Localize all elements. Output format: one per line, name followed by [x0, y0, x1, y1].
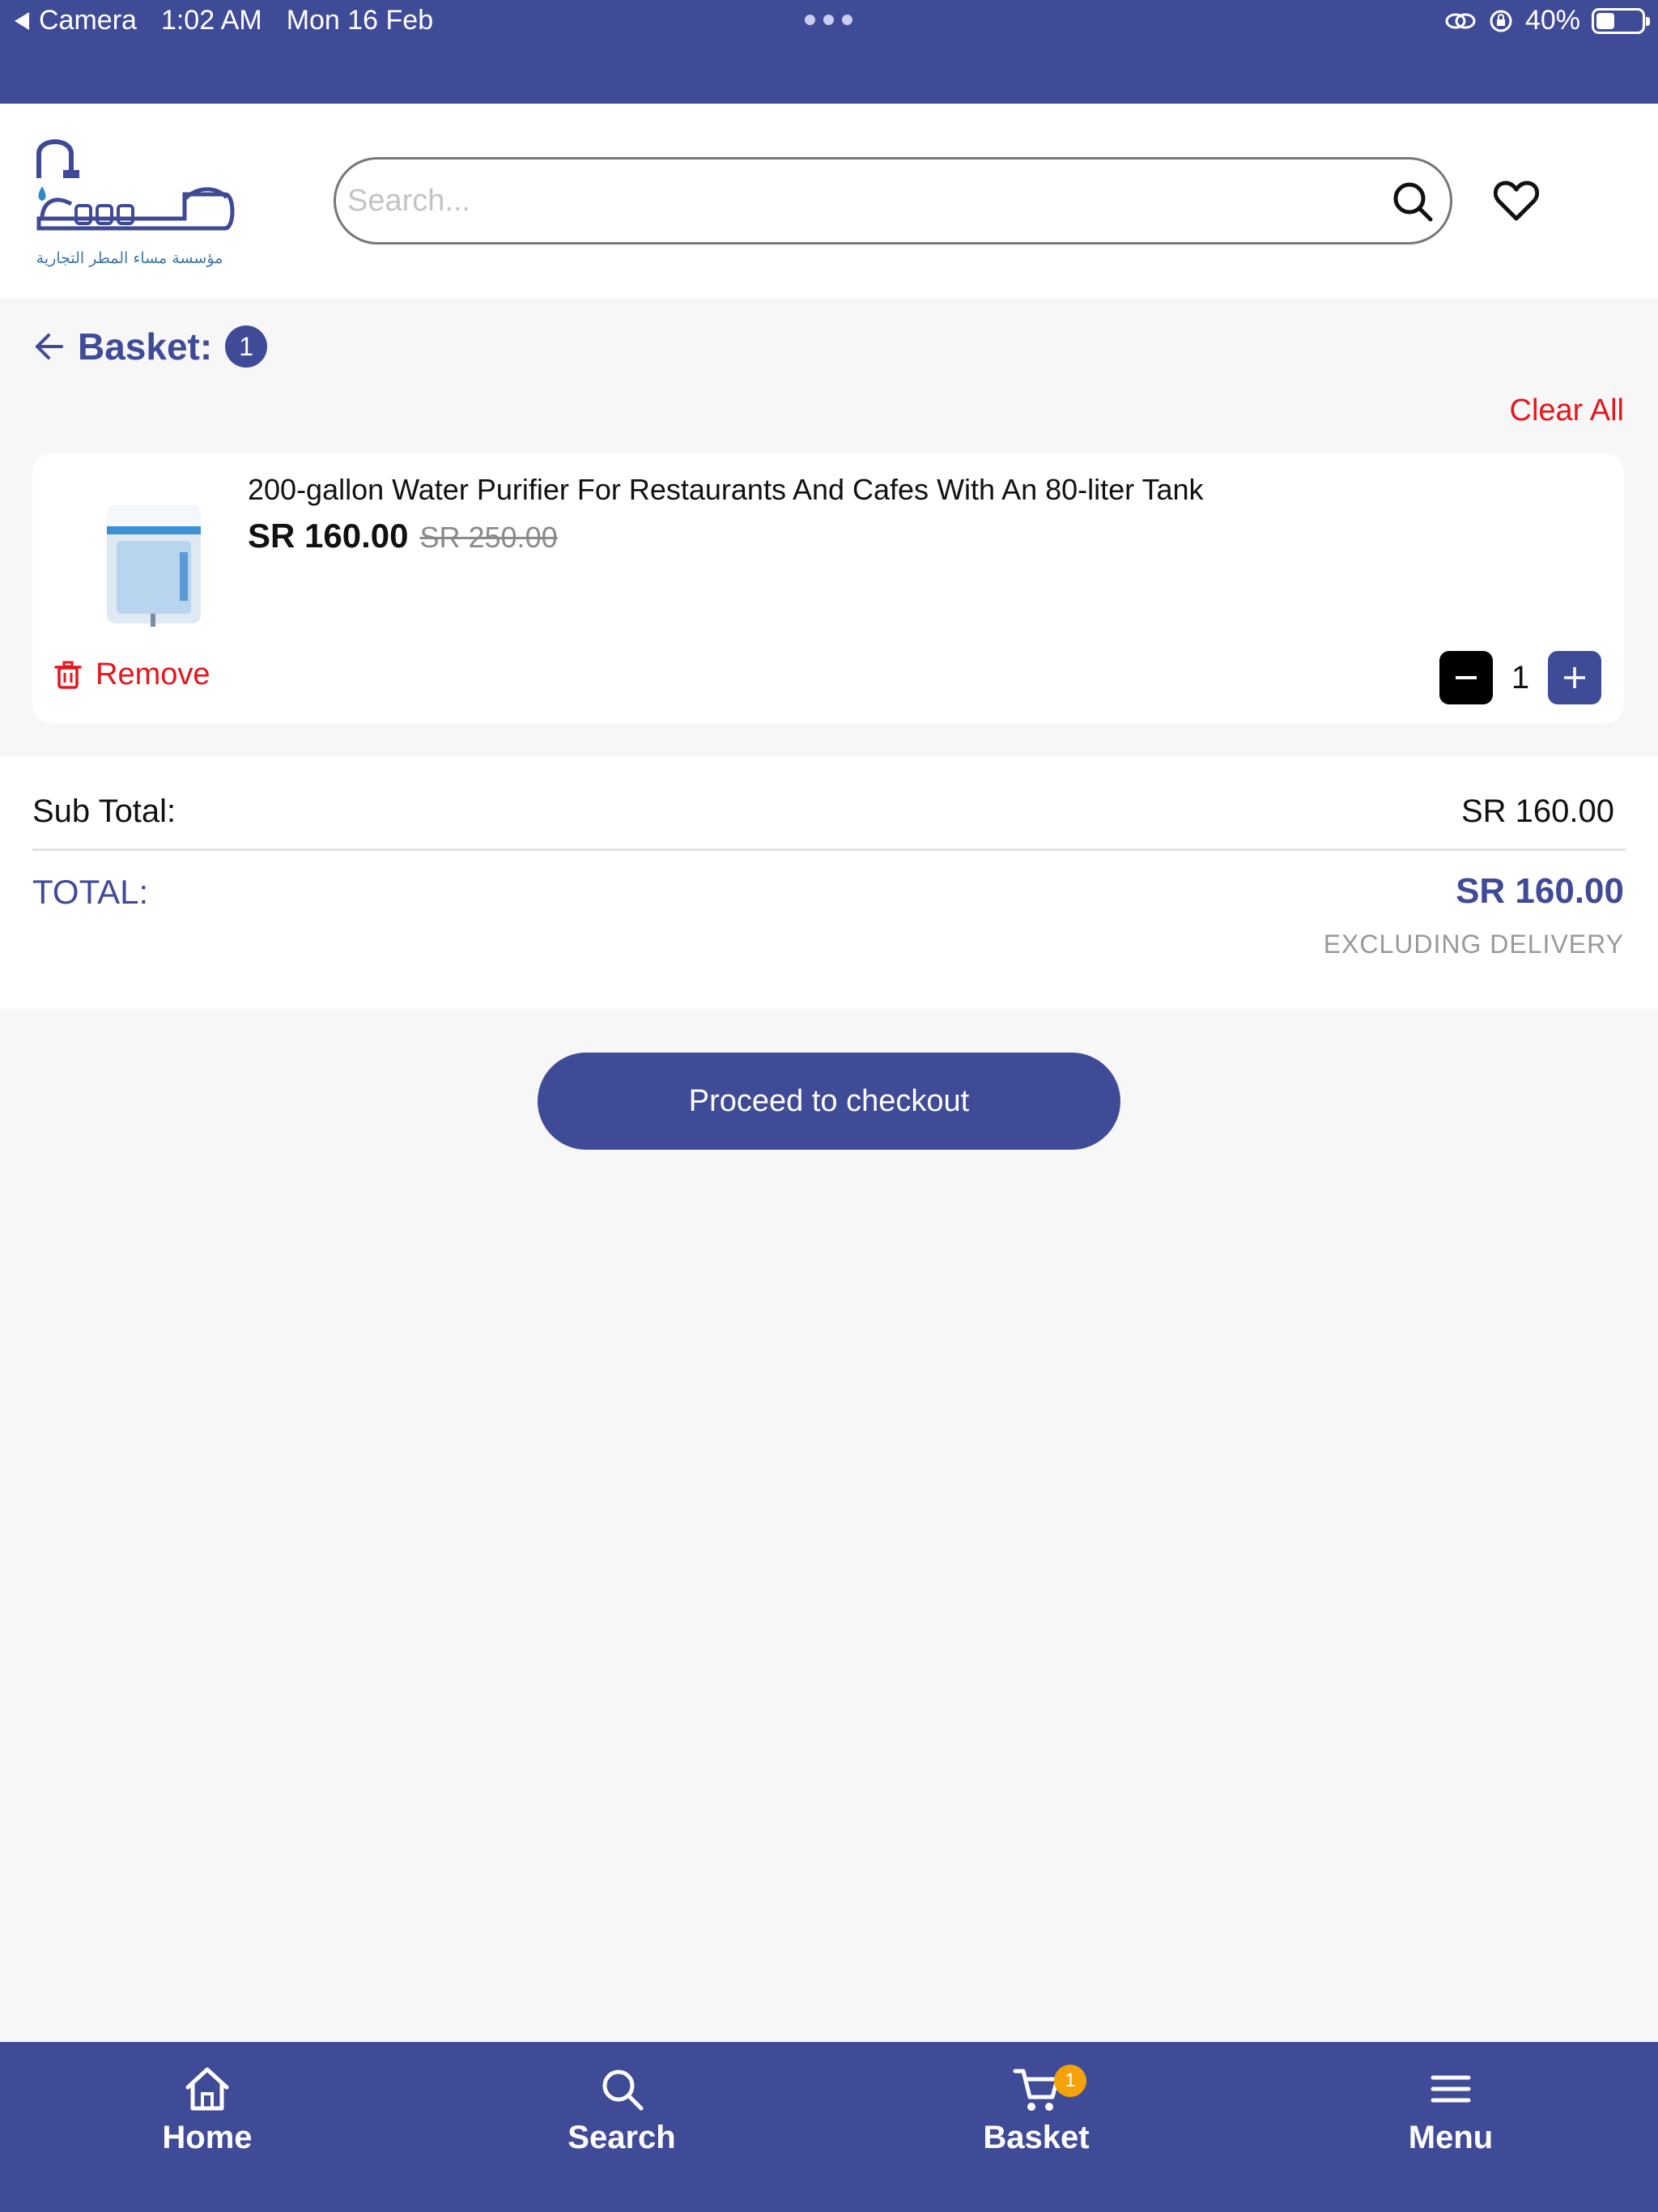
basket-heading: Basket: 1 [32, 322, 268, 371]
back-triangle-icon [15, 11, 29, 30]
logo-caption: مؤسسة مساء المطر التجارية [36, 249, 223, 267]
plus-icon [1564, 667, 1585, 688]
product-old-price: SR 250.00 [419, 521, 558, 554]
multitasking-dots-icon[interactable] [805, 15, 852, 25]
menu-icon [1431, 2075, 1471, 2103]
nav-menu-label: Menu [1408, 2120, 1494, 2155]
increase-quantity-button[interactable] [1548, 651, 1601, 704]
status-time: 1:02 AM [160, 5, 262, 36]
search-bar[interactable] [334, 157, 1452, 245]
subtotal-value: SR 160.00 [1460, 793, 1614, 829]
back-arrow-icon[interactable] [32, 330, 65, 363]
status-right: 40% [1444, 5, 1650, 36]
minus-icon [1456, 676, 1477, 679]
subtotal-label: Sub Total: [32, 793, 176, 829]
status-bar: Camera 1:02 AM Mon 16 Feb 40% [0, 0, 1658, 104]
status-date: Mon 16 Feb [286, 5, 434, 36]
quantity-value: 1 [1511, 659, 1530, 696]
nav-basket[interactable]: 1 Basket [829, 2042, 1244, 2212]
nav-search-label: Search [568, 2120, 676, 2155]
nav-basket-label: Basket [983, 2120, 1090, 2155]
total-value: SR 160.00 [1456, 871, 1624, 911]
bottom-nav: Home Search 1 Basket Menu [0, 2042, 1658, 2212]
basket-count-badge: 1 [225, 325, 268, 368]
decrease-quantity-button[interactable] [1439, 651, 1493, 704]
product-price: SR 160.00 [248, 517, 409, 555]
remove-button[interactable]: Remove [53, 657, 210, 692]
search-input[interactable] [347, 174, 1351, 228]
cart-icon [1013, 2069, 1060, 2111]
search-icon[interactable] [1390, 179, 1435, 224]
heart-icon[interactable] [1494, 180, 1539, 222]
nav-home-label: Home [162, 2120, 253, 2155]
product-image[interactable] [89, 496, 219, 633]
back-app-label: Camera [39, 5, 137, 36]
nav-search[interactable]: Search [414, 2042, 829, 2212]
order-summary: Sub Total: SR 160.00 TOTAL: SR 160.00 EX… [0, 756, 1658, 1009]
total-label: TOTAL: [32, 873, 149, 911]
delivery-note: EXCLUDING DELIVERY [1323, 929, 1624, 959]
rotation-lock-icon [1490, 10, 1512, 32]
nav-home[interactable]: Home [0, 2042, 414, 2212]
quantity-stepper: 1 [1439, 651, 1601, 704]
cart-item: 200-gallon Water Purifier For Restaurant… [32, 453, 1624, 724]
summary-divider [32, 849, 1626, 851]
checkout-button[interactable]: Proceed to checkout [538, 1053, 1120, 1150]
link-icon [1445, 13, 1476, 28]
search-icon [602, 2069, 644, 2111]
header: مؤسسة مساء المطر التجارية [0, 104, 1658, 298]
remove-label: Remove [96, 657, 210, 691]
status-left[interactable]: Camera 1:02 AM Mon 16 Feb [15, 5, 457, 36]
brand-logo[interactable]: مؤسسة مساء المطر التجارية [23, 138, 236, 275]
product-name[interactable]: 200-gallon Water Purifier For Restaurant… [248, 473, 1204, 507]
page-title: Basket: [78, 325, 213, 368]
trash-icon [54, 661, 82, 689]
nav-menu[interactable]: Menu [1244, 2042, 1658, 2212]
price-row: SR 160.00 SR 250.00 [248, 517, 558, 555]
home-icon [185, 2067, 229, 2111]
clear-all-button[interactable]: Clear All [1510, 393, 1625, 428]
logo-graphic [36, 139, 235, 231]
battery-icon [1592, 7, 1650, 34]
cart-badge: 1 [1054, 2065, 1086, 2097]
battery-percent: 40% [1524, 5, 1580, 36]
